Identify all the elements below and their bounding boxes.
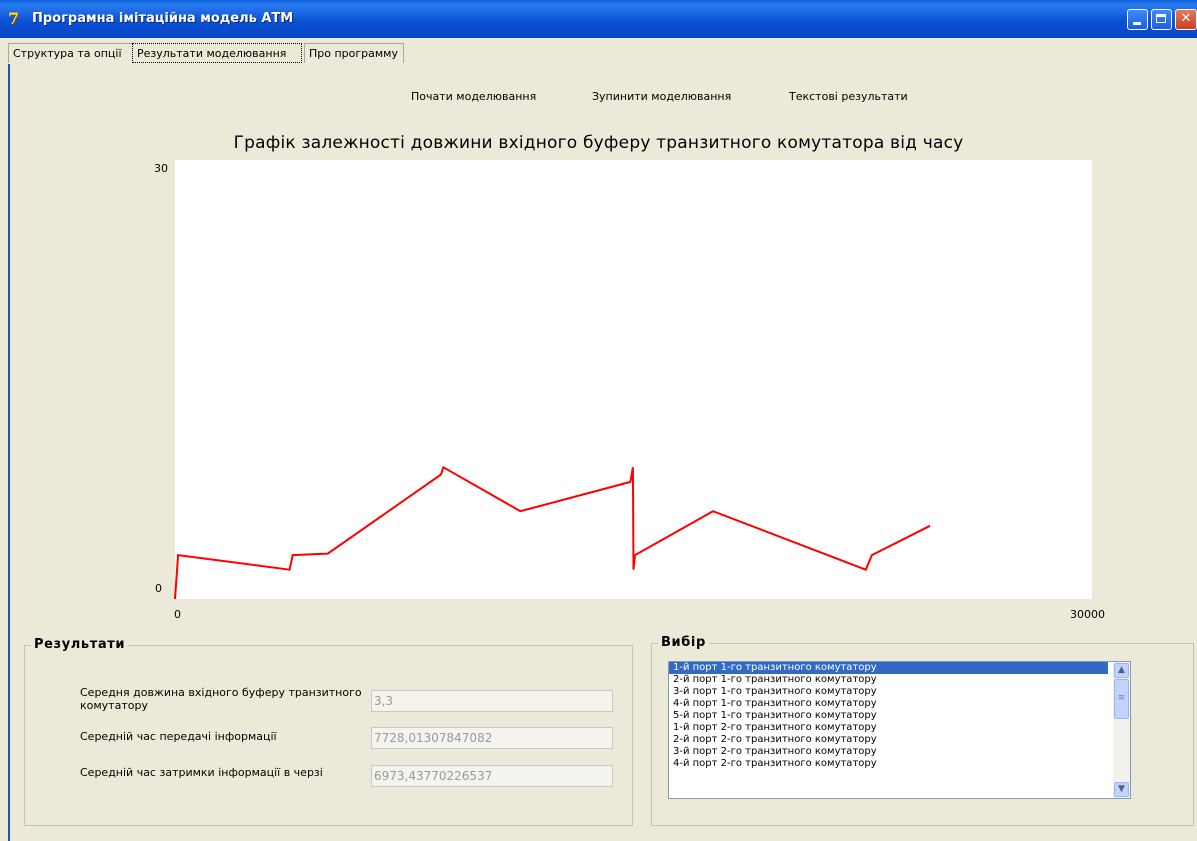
maximize-button[interactable] [1151, 9, 1172, 30]
scroll-down-button[interactable]: ▼ [1114, 782, 1129, 797]
window-border [8, 64, 10, 841]
avg-queue-delay-label: Середній час затримки інформації в черзі [80, 766, 323, 779]
y-axis-max-label: 30 [154, 162, 168, 175]
maximize-icon [1156, 14, 1166, 23]
window-title: Програмна імітаційна модель АТМ [32, 11, 294, 26]
text-results-button[interactable]: Текстові результати [789, 90, 908, 103]
title-bar[interactable]: 7 Програмна імітаційна модель АТМ ✕ [0, 0, 1197, 38]
avg-transfer-time-field[interactable]: 7728,01307847082 [371, 727, 613, 749]
list-item[interactable]: 4-й порт 1-го транзитного комутатору [669, 698, 1130, 710]
list-item[interactable]: 4-й порт 2-го транзитного комутатору [669, 758, 1130, 770]
avg-transfer-time-label: Середній час передачі інформації [80, 730, 277, 743]
list-item[interactable]: 3-й порт 2-го транзитного комутатору [669, 746, 1130, 758]
scroll-up-button[interactable]: ▲ [1114, 663, 1129, 678]
results-group-title: Результати [31, 637, 129, 652]
tab-results[interactable]: Результати моделювання [132, 43, 302, 63]
start-simulation-button[interactable]: Почати моделювання [411, 90, 536, 103]
list-item[interactable]: 2-й порт 1-го транзитного комутатору [669, 674, 1130, 686]
list-item[interactable]: 2-й порт 2-го транзитного комутатору [669, 734, 1130, 746]
minimize-icon [1133, 22, 1141, 25]
list-item[interactable]: 3-й порт 1-го транзитного комутатору [669, 686, 1130, 698]
list-item[interactable]: 1-й порт 2-го транзитного комутатору [669, 722, 1130, 734]
selection-group-title: Вибір [658, 635, 709, 650]
tab-structure[interactable]: Структура та опції [8, 43, 132, 63]
avg-buffer-length-field[interactable]: 3,3 [371, 690, 613, 712]
x-axis-min-label: 0 [174, 608, 181, 621]
stop-simulation-button[interactable]: Зупинити моделювання [592, 90, 731, 103]
series-line-0 [174, 465, 931, 600]
chevron-down-icon: ▼ [1118, 784, 1125, 794]
chevron-up-icon: ▲ [1118, 665, 1125, 675]
minimize-button[interactable] [1127, 9, 1148, 30]
x-axis-max-label: 30000 [1070, 608, 1105, 621]
scroll-thumb[interactable]: ≡ [1114, 679, 1129, 719]
buffer-length-chart [174, 465, 931, 600]
y-axis-min-label: 0 [155, 582, 162, 595]
list-item[interactable]: 5-й порт 1-го транзитного комутатору [669, 710, 1130, 722]
port-listbox[interactable]: 1-й порт 1-го транзитного комутатору 2-й… [668, 661, 1131, 799]
results-group: Результати Середня довжина вхідного буфе… [24, 637, 633, 826]
close-button[interactable]: ✕ [1175, 9, 1197, 30]
close-icon: ✕ [1180, 11, 1192, 26]
listbox-scrollbar[interactable]: ▲ ≡ ▼ [1113, 662, 1130, 798]
grip-icon: ≡ [1117, 693, 1126, 703]
chart-title: Графік залежності довжини вхідного буфер… [233, 133, 964, 153]
app-logo-icon: 7 [8, 9, 20, 28]
tab-about[interactable]: Про программу [304, 43, 404, 63]
avg-buffer-length-label: Середня довжина вхідного буферу транзитн… [80, 686, 362, 712]
avg-queue-delay-field[interactable]: 6973,43770226537 [371, 765, 613, 787]
list-item[interactable]: 1-й порт 1-го транзитного комутатору [669, 662, 1108, 674]
